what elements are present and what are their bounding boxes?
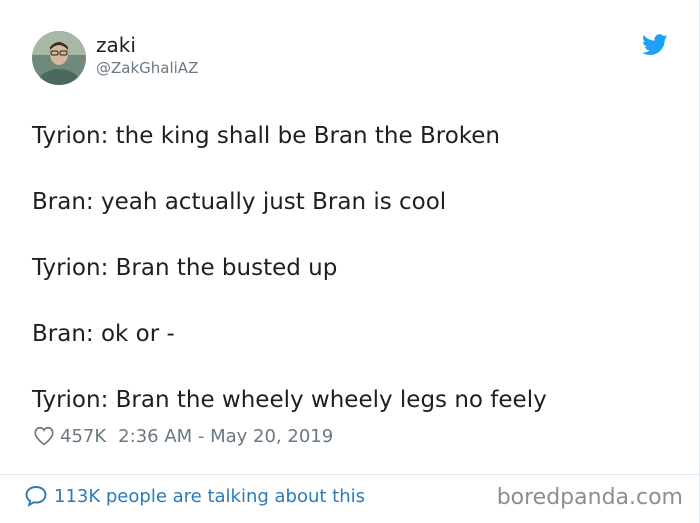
divider bbox=[0, 474, 700, 475]
tweet-text: Tyrion: the king shall be Bran the Broke… bbox=[32, 120, 672, 417]
tweet-meta: 457K 2:36 AM - May 20, 2019 bbox=[33, 423, 333, 449]
tweet-line: Tyrion: Bran the wheely wheely legs no f… bbox=[32, 387, 547, 413]
twitter-bird-icon[interactable] bbox=[642, 34, 668, 56]
tweet-line: Bran: yeah actually just Bran is cool bbox=[32, 189, 447, 215]
tweet-line: Tyrion: Bran the busted up bbox=[32, 255, 338, 281]
line-break bbox=[32, 153, 672, 186]
speech-bubble-icon bbox=[25, 486, 47, 507]
tweet-line: Tyrion: the king shall be Bran the Broke… bbox=[32, 123, 500, 149]
like-count[interactable]: 457K bbox=[60, 426, 106, 447]
user-name[interactable]: zaki bbox=[96, 33, 136, 57]
user-handle[interactable]: @ZakGhaliAZ bbox=[96, 59, 198, 77]
conversation-label[interactable]: 113K people are talking about this bbox=[54, 486, 365, 507]
avatar[interactable] bbox=[32, 31, 86, 85]
heart-icon[interactable] bbox=[33, 425, 55, 447]
tweet-line: Bran: ok or - bbox=[32, 321, 175, 347]
line-break bbox=[32, 351, 672, 384]
line-break bbox=[32, 285, 672, 318]
avatar-image bbox=[32, 31, 86, 85]
tweet-header: zaki @ZakGhaliAZ bbox=[32, 31, 672, 87]
line-break bbox=[32, 219, 672, 252]
tweet-timestamp[interactable]: 2:36 AM - May 20, 2019 bbox=[118, 426, 333, 447]
watermark: boredpanda.com bbox=[496, 485, 683, 510]
tweet-card: zaki @ZakGhaliAZ Tyrion: the king shall … bbox=[0, 0, 700, 523]
conversation-link[interactable]: 113K people are talking about this bbox=[24, 484, 365, 508]
